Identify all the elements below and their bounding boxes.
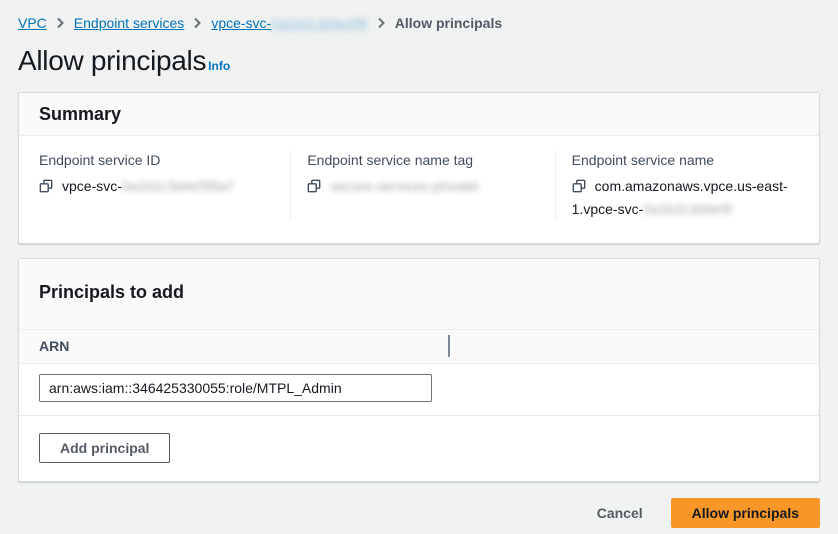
breadcrumb-service-id-prefix: vpce-svc- bbox=[211, 15, 271, 31]
footer-actions: Cancel Allow principals bbox=[18, 498, 820, 528]
principals-to-add-card: Principals to add ARN Add principal bbox=[18, 258, 820, 482]
breadcrumb-endpoint-services[interactable]: Endpoint services bbox=[74, 14, 185, 32]
principals-heading: Principals to add bbox=[39, 282, 799, 303]
add-principal-button[interactable]: Add principal bbox=[39, 433, 170, 463]
arn-input-row bbox=[19, 364, 819, 416]
column-resize-handle[interactable] bbox=[448, 335, 450, 357]
arn-table-header: ARN bbox=[19, 330, 819, 364]
summary-field-endpoint-service-id: Endpoint service ID vpce-svc-0a1b2c3d4e5… bbox=[19, 151, 290, 220]
chevron-right-icon bbox=[56, 17, 65, 29]
add-principal-row: Add principal bbox=[19, 416, 819, 481]
breadcrumb: VPC Endpoint services vpce-svc-0a1b2c3d4… bbox=[18, 14, 820, 32]
redacted-text: secure-services-privatel bbox=[330, 178, 478, 194]
breadcrumb-endpoint-service-id[interactable]: vpce-svc-0a1b2c3d4e5f6 bbox=[211, 14, 367, 32]
summary-field-endpoint-service-name-tag: Endpoint service name tag secure-service… bbox=[290, 151, 554, 220]
copy-icon[interactable] bbox=[307, 178, 321, 199]
chevron-right-icon bbox=[377, 17, 386, 29]
field-label: Endpoint service ID bbox=[39, 151, 270, 169]
info-link[interactable]: Info bbox=[208, 59, 230, 77]
field-value: com.amazonaws.vpce.us-east-1.vpce-svc-0a… bbox=[572, 176, 799, 220]
allow-principals-page: VPC Endpoint services vpce-svc-0a1b2c3d4… bbox=[0, 0, 838, 528]
field-value: secure-services-privatel bbox=[307, 176, 534, 199]
page-title: Allow principals bbox=[18, 45, 206, 77]
breadcrumb-vpc[interactable]: VPC bbox=[18, 14, 47, 32]
field-value: vpce-svc-0a1b2c3d4e5f6a7 bbox=[39, 176, 270, 199]
redacted-text: 0a1b2c3d4e5f bbox=[643, 201, 732, 217]
breadcrumb-current: Allow principals bbox=[395, 14, 502, 32]
arn-input[interactable] bbox=[39, 374, 432, 402]
redacted-text: 0a1b2c3d4e5f6 bbox=[271, 15, 368, 31]
arn-column-header: ARN bbox=[39, 338, 69, 354]
summary-body: Endpoint service ID vpce-svc-0a1b2c3d4e5… bbox=[19, 136, 819, 243]
copy-icon[interactable] bbox=[39, 178, 53, 199]
field-label: Endpoint service name bbox=[572, 151, 799, 169]
summary-field-endpoint-service-name: Endpoint service name com.amazonaws.vpce… bbox=[555, 151, 819, 220]
endpoint-service-id-prefix: vpce-svc- bbox=[62, 178, 122, 194]
summary-card: Summary Endpoint service ID vpce-svc-0a1… bbox=[18, 92, 820, 244]
field-label: Endpoint service name tag bbox=[307, 151, 534, 169]
summary-card-header: Summary bbox=[19, 93, 819, 136]
principals-card-header: Principals to add bbox=[19, 259, 819, 330]
summary-heading: Summary bbox=[39, 104, 799, 125]
redacted-text: 0a1b2c3d4e5f6a7 bbox=[122, 178, 234, 194]
allow-principals-button[interactable]: Allow principals bbox=[671, 498, 820, 528]
cancel-button[interactable]: Cancel bbox=[577, 499, 663, 527]
copy-icon[interactable] bbox=[572, 178, 586, 199]
page-title-row: Allow principals Info bbox=[18, 45, 820, 77]
chevron-right-icon bbox=[193, 17, 202, 29]
